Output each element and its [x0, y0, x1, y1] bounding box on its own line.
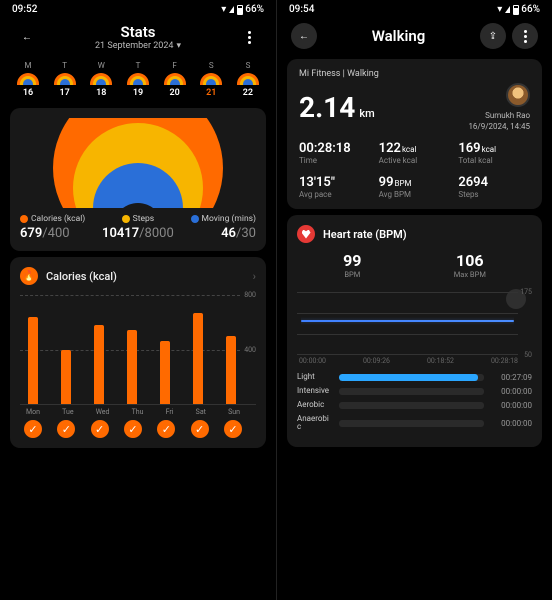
bar-wed [94, 325, 104, 404]
date-picker[interactable]: 21 September 2024▾ [40, 41, 236, 51]
status-bar: 09:54 ▾ 66% [277, 0, 552, 17]
metric-grid: 00:28:18Time 122kcalActive kcal 169kcalT… [299, 141, 530, 199]
bar-tue [61, 350, 71, 405]
heart-icon [297, 225, 315, 243]
more-button[interactable] [512, 23, 538, 49]
chevron-right-icon: › [253, 270, 256, 283]
goal-check: ✓ [224, 420, 242, 438]
heart-rate-chart: 175 50 [297, 285, 532, 355]
steps-icon [122, 215, 130, 223]
header: ← Stats 21 September 2024▾ [0, 17, 276, 55]
page-title: Stats [40, 23, 236, 41]
mini-rings-icon [237, 73, 259, 85]
back-button[interactable]: ← [14, 24, 40, 50]
day-20[interactable]: F 20 [161, 61, 189, 98]
goal-check: ✓ [157, 420, 175, 438]
avatar [506, 83, 530, 107]
calories-chart: 800 400 [20, 295, 256, 405]
goal-check: ✓ [124, 420, 142, 438]
bar-mon [28, 317, 38, 404]
walking-screen: 09:54 ▾ 66% ← Walking ⇪ Mi Fitness | Wal… [276, 0, 552, 600]
zone-light: Light 00:27:09 [297, 373, 532, 382]
header: ← Walking ⇪ [277, 17, 552, 53]
section-title: Calories (kcal) [46, 270, 117, 283]
wifi-icon: ▾ [497, 4, 502, 15]
distance: 2.14 km [299, 91, 375, 124]
moving-icon [191, 215, 199, 223]
hr-zones: Light 00:27:09 Intensive 00:00:00 Aerobic … [297, 373, 532, 432]
rings-card[interactable]: Calories (kcal) 679/400 Steps 10417/8000… [10, 108, 266, 251]
user-info[interactable]: Sumukh Rao 16/9/2024, 14:45 [468, 83, 530, 131]
flame-icon: 🔥 [20, 267, 38, 285]
activity-rings [20, 118, 256, 208]
day-17[interactable]: T 17 [51, 61, 79, 98]
ring-stats: Calories (kcal) 679/400 Steps 10417/8000… [20, 214, 256, 241]
bar-sun [226, 336, 236, 404]
back-button[interactable]: ← [291, 23, 317, 49]
mini-rings-icon [90, 73, 112, 85]
day-16[interactable]: M 16 [14, 61, 42, 98]
signal-icon [229, 6, 234, 13]
goal-check: ✓ [57, 420, 75, 438]
signal-icon [505, 6, 510, 13]
more-button[interactable] [236, 24, 262, 50]
wifi-icon: ▾ [221, 4, 226, 15]
status-bar: 09:52 ▾ 66% [0, 0, 276, 17]
zone-anaerobic: Anaerobic 00:00:00 [297, 415, 532, 432]
heart-rate-card: Heart rate (BPM) 99BPM 106Max BPM 175 50… [287, 215, 542, 447]
battery-icon [513, 5, 519, 15]
breadcrumb: Mi Fitness | Walking [299, 69, 530, 79]
mini-rings-icon [54, 73, 76, 85]
section-title: Heart rate (BPM) [323, 228, 407, 241]
mini-rings-icon [164, 73, 186, 85]
stats-screen: 09:52 ▾ 66% ← Stats 21 September 2024▾ M [0, 0, 276, 600]
share-button[interactable]: ⇪ [480, 23, 506, 49]
day-18[interactable]: W 18 [87, 61, 115, 98]
goal-check: ✓ [91, 420, 109, 438]
bar-fri [160, 341, 170, 404]
bar-sat [193, 313, 203, 404]
calories-card[interactable]: 🔥 Calories (kcal) › 800 400 MonTueWedThu… [10, 257, 266, 448]
mini-rings-icon [200, 73, 222, 85]
clock: 09:54 [289, 4, 314, 15]
flame-icon [20, 215, 28, 223]
zone-intensive: Intensive 00:00:00 [297, 387, 532, 396]
day-22[interactable]: S 22 [234, 61, 262, 98]
goal-check: ✓ [191, 420, 209, 438]
mini-rings-icon [127, 73, 149, 85]
battery-indicator: 66% [513, 4, 540, 15]
bar-thu [127, 330, 137, 404]
goal-check: ✓ [24, 420, 42, 438]
mini-rings-icon [17, 73, 39, 85]
battery-icon [237, 5, 243, 15]
workout-summary-card: Mi Fitness | Walking 2.14 km Sumukh Rao … [287, 59, 542, 209]
battery-indicator: 66% [237, 4, 264, 15]
day-19[interactable]: T 19 [124, 61, 152, 98]
clock: 09:52 [12, 4, 37, 15]
day-21[interactable]: S 21 [197, 61, 225, 98]
page-title: Walking [317, 27, 480, 45]
week-strip: M 16T 17W 18T 19F 20S [0, 55, 276, 102]
zone-aerobic: Aerobic 00:00:00 [297, 401, 532, 410]
